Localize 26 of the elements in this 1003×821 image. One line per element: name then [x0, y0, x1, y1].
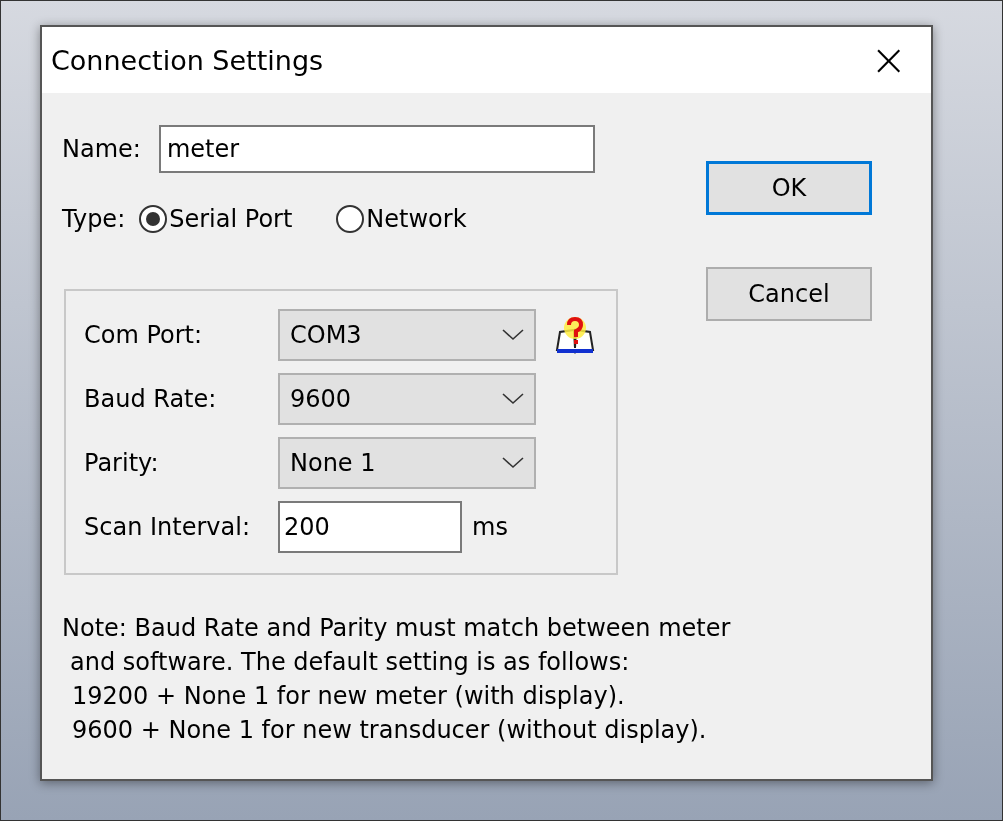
note-text: and software. The default setting is as follows:	[69, 647, 631, 678]
dialog-button[interactable]: OK	[706, 161, 872, 215]
setting-label: Parity:	[84, 449, 160, 477]
type-label: Type:	[62, 205, 126, 233]
note-text: 9600 + None 1 for new transducer (without display).	[71, 715, 708, 746]
dropdown[interactable]: None 1	[278, 437, 536, 489]
chevron-down-icon	[502, 329, 524, 341]
scan-interval-field[interactable]: 200	[278, 501, 462, 553]
dropdown[interactable]: 9600	[278, 373, 536, 425]
name-label: Name:	[62, 135, 141, 163]
help-book-icon[interactable]	[554, 316, 596, 354]
dialog-button[interactable]: Cancel	[706, 267, 872, 321]
radio-button[interactable]: Serial Port	[139, 205, 293, 233]
setting-label: Com Port:	[84, 321, 204, 349]
name-field[interactable]: meter	[158, 125, 595, 173]
radio-button[interactable]: Network	[336, 205, 467, 233]
chevron-down-icon	[502, 393, 524, 405]
unit-label: ms	[472, 513, 508, 541]
window-title: Connection Settings	[51, 44, 324, 76]
note-text: 19200 + None 1 for new meter (with display).	[71, 681, 626, 712]
note-text: Note: Baud Rate and Parity must match between meter	[62, 613, 732, 644]
setting-label: Baud Rate:	[84, 385, 218, 413]
setting-label: Scan Interval:	[84, 513, 251, 541]
close-button[interactable]: ×	[860, 38, 917, 82]
dropdown[interactable]: COM3	[278, 309, 536, 361]
chevron-down-icon	[502, 457, 524, 469]
